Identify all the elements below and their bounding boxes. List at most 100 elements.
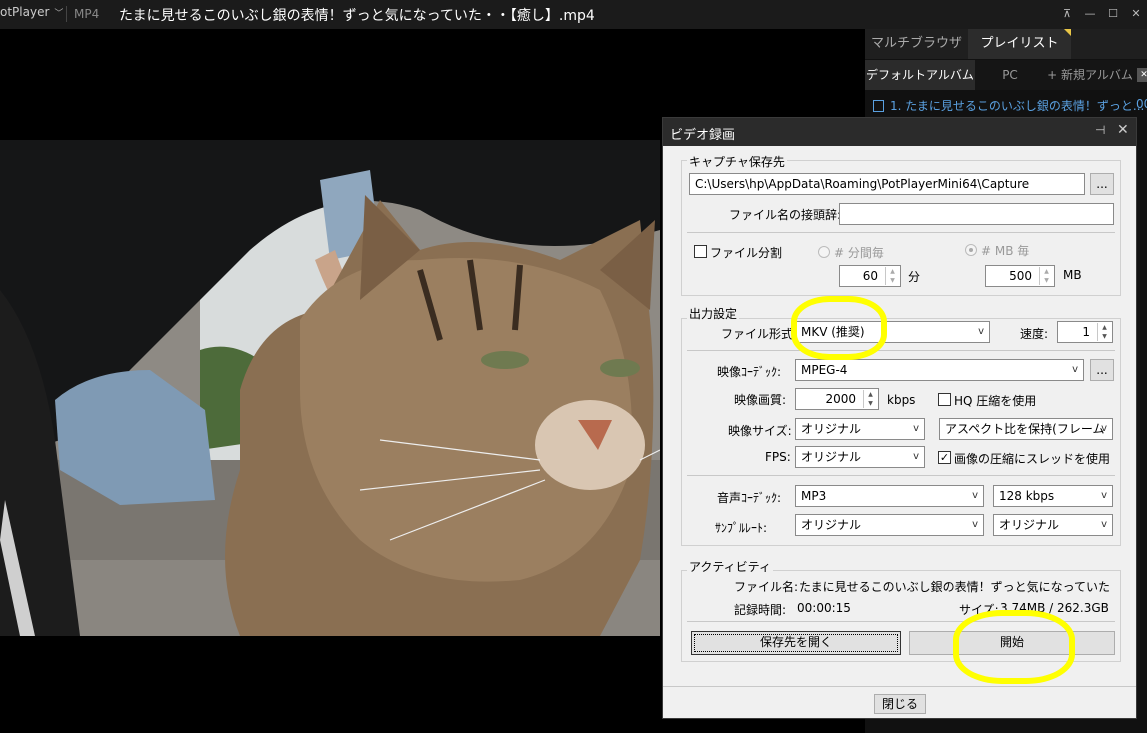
window-title: たまに見せるこのいぶし銀の表情！ずっと気になっていた・・【癒し】.mp4 bbox=[119, 8, 595, 24]
capture-group-label: キャプチャ保存先 bbox=[687, 153, 787, 170]
minutes-radio-label: # 分間毎 bbox=[834, 246, 884, 260]
video-quality-label: 映像画質: bbox=[734, 393, 787, 407]
spin-icon[interactable]: ▲ ▼ bbox=[1039, 267, 1053, 285]
chevron-down-icon: v bbox=[1072, 364, 1078, 375]
video-quality-unit: kbps bbox=[887, 393, 916, 407]
chevron-down-icon: v bbox=[1101, 519, 1107, 530]
minutes-stepper[interactable]: 60 ▲ ▼ bbox=[839, 265, 901, 287]
aspect-value: アスペクト比を保持(フレーム bbox=[945, 422, 1105, 436]
dialog-title: ビデオ録画 bbox=[670, 128, 736, 143]
output-group-label: 出力設定 bbox=[687, 305, 740, 322]
panel-tabs: マルチブラウザ プレイリスト bbox=[865, 29, 1147, 59]
speed-value: 1 bbox=[1082, 325, 1090, 339]
record-time-value: 00:00:15 bbox=[797, 601, 851, 615]
playlist-item[interactable]: 1. たまに見せるこのいぶし銀の表情！ずっと... 00:0 bbox=[873, 97, 1147, 115]
capture-path-field[interactable]: C:\Users\hp\AppData\Roaming\PotPlayerMin… bbox=[689, 173, 1085, 195]
minutes-radio[interactable] bbox=[818, 246, 830, 258]
audio-codec-value: MP3 bbox=[801, 489, 827, 503]
album-tabs: デフォルトアルバム PC + 新規アルバム ✕ bbox=[865, 60, 1147, 90]
dialog-titlebar[interactable]: ビデオ録画 ⊣ ✕ bbox=[663, 118, 1136, 146]
title-bar: otPlayer ﹀ MP4 たまに見せるこのいぶし銀の表情！ずっと気になっていた… bbox=[0, 0, 1147, 29]
chevron-down-icon: v bbox=[1101, 423, 1107, 434]
audio-bitrate-select[interactable]: 128 kbps v bbox=[993, 485, 1113, 507]
album-tab-default[interactable]: デフォルトアルバム bbox=[865, 60, 975, 90]
minutes-value: 60 bbox=[862, 269, 878, 283]
spin-icon[interactable]: ▲ ▼ bbox=[1097, 323, 1111, 341]
hq-checkbox[interactable] bbox=[938, 393, 951, 406]
speed-stepper[interactable]: 1 ▲ ▼ bbox=[1057, 321, 1113, 343]
format-label: ファイル形式: bbox=[721, 327, 798, 341]
hq-label: HQ 圧縮を使用 bbox=[954, 394, 1037, 408]
chevron-down-icon: v bbox=[978, 326, 984, 337]
spin-icon[interactable]: ▲ ▼ bbox=[863, 390, 877, 408]
open-folder-button[interactable]: 保存先を開く bbox=[691, 631, 901, 655]
video-size-value: オリジナル bbox=[801, 422, 862, 436]
close-button[interactable]: 閉じる bbox=[874, 694, 926, 714]
highlight-mark bbox=[953, 610, 1075, 684]
prefix-label: ファイル名の接頭辞: bbox=[729, 208, 842, 222]
video-frame[interactable] bbox=[0, 140, 660, 636]
album-tab-pc[interactable]: PC bbox=[975, 60, 1045, 90]
samplerate-value: オリジナル bbox=[801, 518, 862, 532]
chevron-down-icon: ﹀ bbox=[54, 9, 64, 19]
record-time-label: 記録時間: bbox=[734, 603, 787, 617]
speed-label: 速度: bbox=[1020, 327, 1049, 341]
mb-unit: MB bbox=[1063, 268, 1082, 282]
activity-group-label: アクティビティ bbox=[687, 558, 773, 575]
samplerate-label: ｻﾝﾌﾟﾙﾚｰﾄ: bbox=[715, 521, 768, 535]
video-quality-stepper[interactable]: 2000 ▲ ▼ bbox=[795, 388, 879, 410]
mb-radio[interactable] bbox=[965, 244, 977, 256]
minutes-unit: 分 bbox=[908, 270, 921, 284]
close-icon[interactable]: ✕ bbox=[1137, 68, 1147, 82]
format-badge: MP4 bbox=[74, 7, 100, 21]
aspect-select[interactable]: アスペクト比を保持(フレーム v bbox=[939, 418, 1113, 440]
video-record-dialog: ビデオ録画 ⊣ ✕ キャプチャ保存先 C:\Users\hp\AppData\R… bbox=[662, 117, 1137, 719]
highlight-mark bbox=[791, 296, 887, 360]
browse-button[interactable]: ... bbox=[1090, 173, 1114, 195]
divider bbox=[687, 475, 1115, 476]
audio-codec-select[interactable]: MP3 v bbox=[795, 485, 984, 507]
app-menu-button[interactable]: otPlayer ﹀ bbox=[0, 5, 67, 23]
divider bbox=[687, 350, 1115, 351]
channels-select[interactable]: オリジナル v bbox=[993, 514, 1113, 536]
fps-select[interactable]: オリジナル v bbox=[795, 446, 925, 468]
thread-checkbox[interactable]: ✓ bbox=[938, 451, 951, 464]
playlist-item-title: 1. たまに見せるこのいぶし銀の表情！ずっと... bbox=[890, 99, 1145, 113]
tab-multibrowser[interactable]: マルチブラウザ bbox=[865, 29, 968, 59]
file-icon bbox=[873, 100, 884, 112]
chevron-down-icon: v bbox=[972, 519, 978, 530]
spin-icon[interactable]: ▲ ▼ bbox=[885, 267, 899, 285]
fps-value: オリジナル bbox=[801, 450, 862, 464]
mb-radio-label: # MB 毎 bbox=[981, 244, 1030, 258]
audio-bitrate-value: 128 kbps bbox=[999, 489, 1055, 503]
app-name: otPlayer bbox=[0, 5, 50, 19]
new-album-button[interactable]: + 新規アルバム bbox=[1045, 60, 1135, 90]
activity-filename-value: たまに見せるこのいぶし銀の表情！ずっと気になっていた・・【癒 bbox=[799, 580, 1111, 594]
pin-icon[interactable]: ⊣ bbox=[1095, 123, 1105, 137]
video-codec-label: 映像ｺｰﾃﾞｯｸ: bbox=[717, 365, 782, 379]
samplerate-select[interactable]: オリジナル v bbox=[795, 514, 984, 536]
thread-label: 画像の圧縮にスレッドを使用 bbox=[954, 452, 1111, 466]
video-codec-select[interactable]: MPEG-4 v bbox=[795, 359, 1084, 381]
prefix-field[interactable] bbox=[839, 203, 1114, 225]
divider bbox=[687, 232, 1115, 233]
codec-settings-button[interactable]: ... bbox=[1090, 359, 1114, 381]
video-image bbox=[0, 140, 660, 636]
fps-label: FPS: bbox=[765, 450, 791, 464]
mb-value: 500 bbox=[1009, 269, 1032, 283]
maximize-button[interactable]: ☐ bbox=[1104, 5, 1122, 23]
playlist-item-duration: 00:0 bbox=[1136, 97, 1147, 111]
video-size-select[interactable]: オリジナル v bbox=[795, 418, 925, 440]
minimize-button[interactable]: — bbox=[1081, 5, 1099, 23]
activity-filename-label: ファイル名: bbox=[734, 580, 799, 594]
video-quality-value: 2000 bbox=[825, 392, 856, 406]
close-button[interactable]: ✕ bbox=[1127, 5, 1145, 23]
audio-codec-label: 音声ｺｰﾃﾞｯｸ: bbox=[717, 491, 782, 505]
pin-icon[interactable]: ⊼ bbox=[1058, 5, 1076, 23]
mb-stepper[interactable]: 500 ▲ ▼ bbox=[985, 265, 1055, 287]
split-checkbox[interactable] bbox=[694, 245, 707, 258]
video-size-label: 映像サイズ: bbox=[728, 424, 792, 438]
close-icon[interactable]: ✕ bbox=[1117, 122, 1129, 138]
channels-value: オリジナル bbox=[999, 518, 1060, 532]
tab-playlist[interactable]: プレイリスト bbox=[968, 29, 1071, 59]
